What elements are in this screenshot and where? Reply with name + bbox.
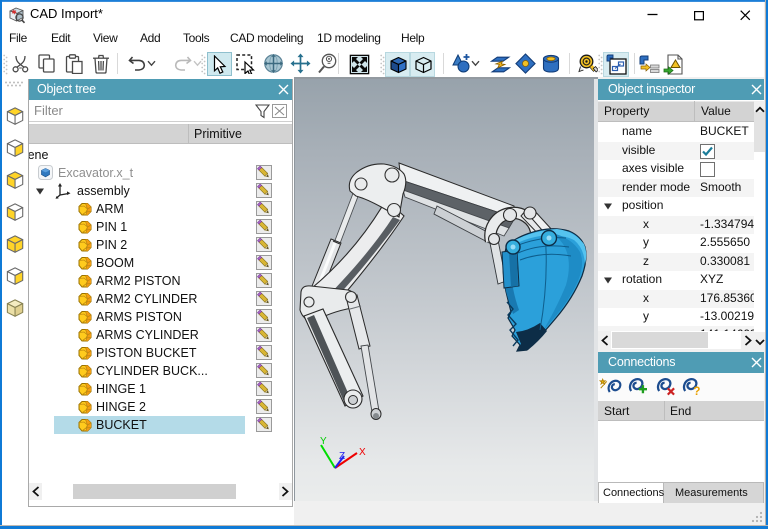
svg-text:X: X [359,447,366,458]
svg-text:Z: Z [339,451,345,462]
svg-text:?: ? [693,385,700,396]
svg-text:Y: Y [320,436,327,447]
